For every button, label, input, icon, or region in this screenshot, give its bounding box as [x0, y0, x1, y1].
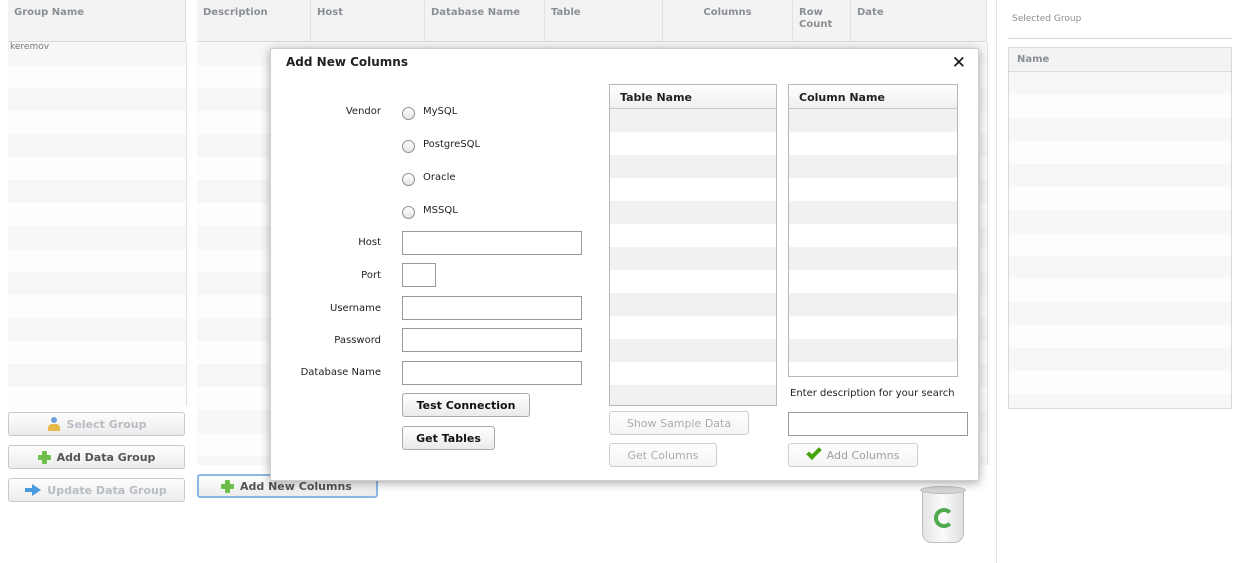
group-list-rows	[8, 42, 186, 406]
checkmark-icon	[805, 444, 822, 460]
arrow-right-icon	[25, 484, 42, 496]
plus-icon	[221, 479, 234, 493]
group-list-item[interactable]: keremov	[10, 42, 49, 52]
test-connection-button[interactable]: Test Connection	[402, 393, 530, 417]
database-name-input[interactable]	[402, 361, 582, 385]
select-group-button[interactable]: Select Group	[8, 412, 185, 436]
host-label: Host	[358, 237, 381, 248]
get-columns-button[interactable]: Get Columns	[609, 443, 717, 467]
add-columns-label: Add Columns	[826, 448, 900, 462]
group-name-column-header[interactable]: Group Name	[8, 0, 186, 42]
host-input[interactable]	[402, 231, 582, 255]
close-icon[interactable]: ✕	[952, 53, 966, 73]
table-name-list[interactable]: Table Name	[609, 84, 777, 406]
date-column-header[interactable]: Date	[851, 0, 987, 42]
database-name-column-header[interactable]: Database Name	[425, 0, 545, 42]
vendor-oracle-label[interactable]: Oracle	[423, 172, 456, 183]
add-data-group-label: Add Data Group	[56, 450, 156, 464]
selected-group-label: Selected Group	[1012, 14, 1082, 24]
database-name-label: Database Name	[300, 367, 381, 378]
plus-icon	[37, 450, 51, 464]
vendor-radio-mssql[interactable]	[402, 206, 415, 219]
vendor-mssql-label[interactable]: MSSQL	[423, 205, 458, 216]
selected-group-rows	[1009, 72, 1231, 408]
table-column-header[interactable]: Table	[545, 0, 663, 42]
port-input[interactable]	[402, 263, 436, 287]
port-label: Port	[361, 270, 381, 281]
add-new-columns-label: Add New Columns	[240, 479, 352, 493]
columns-column-header[interactable]: Columns	[663, 0, 793, 42]
selected-group-table[interactable]: Name	[1008, 47, 1232, 409]
username-label: Username	[330, 303, 381, 314]
select-group-label: Select Group	[66, 417, 147, 431]
panel-divider	[996, 0, 997, 563]
host-column-header[interactable]: Host	[311, 0, 425, 42]
user-group-icon	[47, 417, 61, 431]
column-name-header: Column Name	[789, 85, 957, 109]
add-new-columns-dialog: Add New Columns ✕ Vendor MySQL PostgreSQ…	[270, 48, 979, 481]
description-column-header[interactable]: Description	[197, 0, 311, 42]
add-columns-button[interactable]: Add Columns	[788, 443, 918, 467]
password-label: Password	[334, 335, 381, 346]
dialog-title: Add New Columns	[286, 55, 408, 69]
update-data-group-label: Update Data Group	[47, 483, 167, 497]
vendor-label: Vendor	[345, 106, 381, 117]
table-name-rows[interactable]	[610, 109, 776, 405]
row-count-column-header[interactable]: Row Count	[793, 0, 851, 42]
vendor-postgresql-label[interactable]: PostgreSQL	[423, 139, 480, 150]
password-input[interactable]	[402, 328, 582, 352]
vendor-radio-postgresql[interactable]	[402, 140, 415, 153]
recycle-bin-lid	[920, 486, 966, 494]
recycle-symbol-icon	[934, 508, 954, 528]
column-name-list[interactable]: Column Name	[788, 84, 958, 377]
username-input[interactable]	[402, 296, 582, 320]
search-description-prompt: Enter description for your search	[790, 388, 955, 399]
group-list[interactable]: keremov	[8, 42, 187, 406]
search-description-input[interactable]	[788, 412, 968, 436]
recycle-bin-icon[interactable]	[920, 486, 966, 543]
show-sample-data-button[interactable]: Show Sample Data	[609, 411, 749, 435]
selected-group-rule	[1008, 38, 1232, 39]
update-data-group-button[interactable]: Update Data Group	[8, 478, 185, 502]
column-name-rows[interactable]	[789, 109, 957, 376]
selected-group-name-header[interactable]: Name	[1009, 48, 1231, 72]
add-data-group-button[interactable]: Add Data Group	[8, 445, 185, 469]
vendor-radio-oracle[interactable]	[402, 173, 415, 186]
table-name-header: Table Name	[610, 85, 776, 109]
vendor-mysql-label[interactable]: MySQL	[423, 106, 457, 117]
vendor-radio-mysql[interactable]	[402, 107, 415, 120]
get-tables-button[interactable]: Get Tables	[402, 426, 495, 450]
